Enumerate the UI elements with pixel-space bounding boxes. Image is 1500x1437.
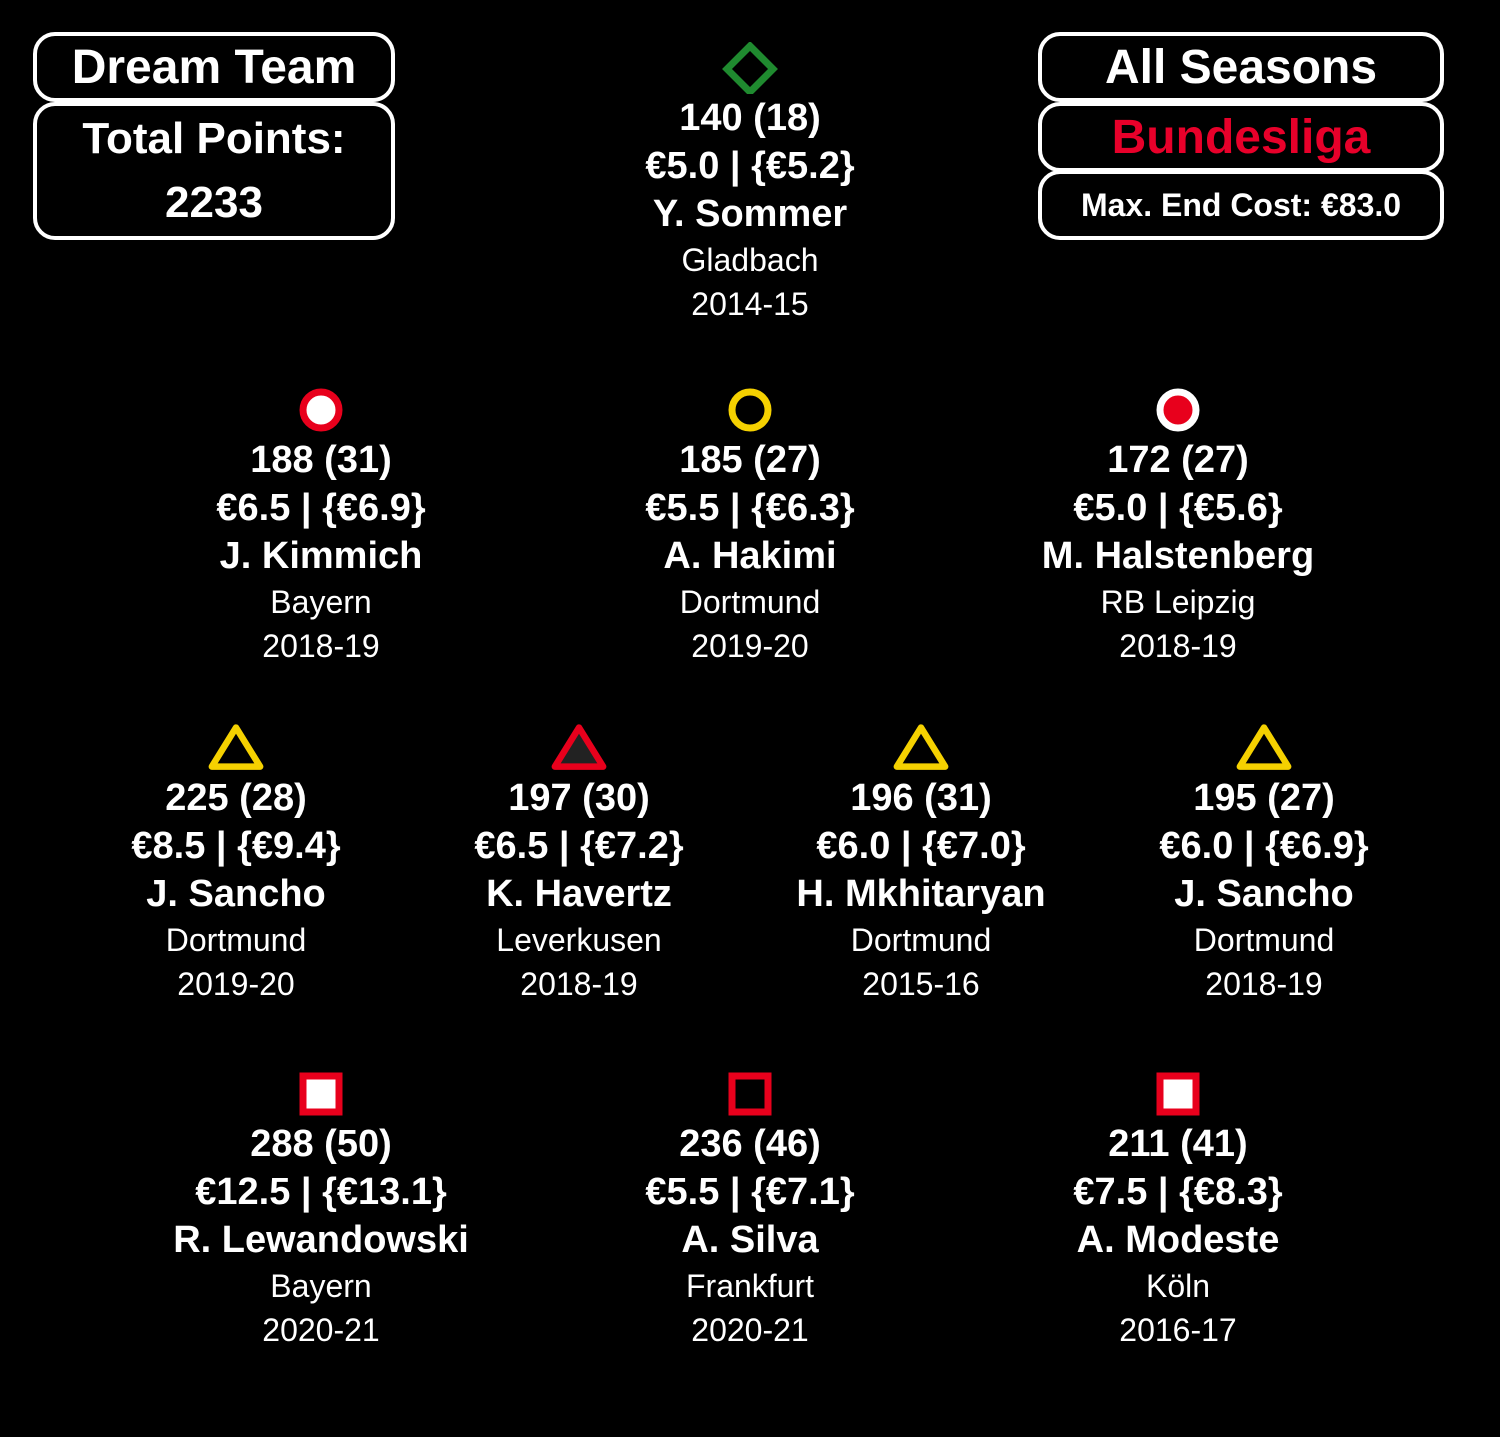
player-name: J. Sancho xyxy=(1174,873,1354,915)
seasons-box: All Seasons xyxy=(1038,32,1444,102)
player-team: Dortmund xyxy=(679,584,821,620)
player-season: 2016-17 xyxy=(1119,1312,1237,1348)
player-price: €5.0 | {€5.6} xyxy=(1073,487,1283,529)
player-points: 188 (31) xyxy=(250,439,392,481)
player-name: Y. Sommer xyxy=(652,193,848,235)
square-icon xyxy=(299,1072,343,1116)
player-price: €5.0 | {€5.2} xyxy=(645,145,855,187)
player-points: 225 (28) xyxy=(165,777,307,819)
player-price: €5.5 | {€6.3} xyxy=(645,487,855,529)
player-team: Bayern xyxy=(270,1268,372,1304)
player-season: 2018-19 xyxy=(1205,966,1323,1002)
player-name: H. Mkhitaryan xyxy=(796,873,1046,915)
player-team: Gladbach xyxy=(681,242,819,278)
circle-icon xyxy=(728,388,772,432)
square-icon xyxy=(1156,1072,1200,1116)
player-price: €6.0 | {€6.9} xyxy=(1159,825,1369,867)
player-points: 197 (30) xyxy=(508,777,650,819)
player-name: R. Lewandowski xyxy=(173,1219,469,1261)
player-name: M. Halstenberg xyxy=(1041,535,1315,577)
player-season: 2018-19 xyxy=(1119,628,1237,664)
player-card: 195 (27) €6.0 | {€6.9} J. Sancho Dortmun… xyxy=(1104,722,1424,1006)
player-team: Leverkusen xyxy=(496,922,662,958)
player-name: K. Havertz xyxy=(486,873,672,915)
player-team: Dortmund xyxy=(850,922,992,958)
player-price: €8.5 | {€9.4} xyxy=(131,825,341,867)
square-icon xyxy=(728,1072,772,1116)
triangle-icon xyxy=(551,724,607,770)
player-card: 140 (18) €5.0 | {€5.2} Y. Sommer Gladbac… xyxy=(590,42,910,326)
player-price: €6.0 | {€7.0} xyxy=(816,825,1026,867)
player-season: 2018-19 xyxy=(520,966,638,1002)
league-label: Bundesliga xyxy=(1111,110,1371,164)
player-team: RB Leipzig xyxy=(1100,584,1256,620)
triangle-icon xyxy=(1236,724,1292,770)
player-name: J. Kimmich xyxy=(219,535,423,577)
player-season: 2015-16 xyxy=(862,966,980,1002)
player-points: 195 (27) xyxy=(1193,777,1335,819)
player-card: 172 (27) €5.0 | {€5.6} M. Halstenberg RB… xyxy=(1018,384,1338,668)
player-card: 288 (50) €12.5 | {€13.1} R. Lewandowski … xyxy=(161,1068,481,1352)
player-card: 236 (46) €5.5 | {€7.1} A. Silva Frankfur… xyxy=(590,1068,910,1352)
player-price: €5.5 | {€7.1} xyxy=(645,1171,855,1213)
player-team: Köln xyxy=(1145,1268,1211,1304)
player-season: 2019-20 xyxy=(177,966,295,1002)
player-card: 211 (41) €7.5 | {€8.3} A. Modeste Köln 2… xyxy=(1018,1068,1338,1352)
triangle-icon xyxy=(208,724,264,770)
player-points: 211 (41) xyxy=(1108,1123,1248,1165)
player-points: 140 (18) xyxy=(679,97,821,139)
player-price: €12.5 | {€13.1} xyxy=(195,1171,447,1213)
player-season: 2019-20 xyxy=(691,628,809,664)
player-card: 196 (31) €6.0 | {€7.0} H. Mkhitaryan Dor… xyxy=(761,722,1081,1006)
circle-icon xyxy=(1156,388,1200,432)
player-price: €6.5 | {€6.9} xyxy=(216,487,426,529)
player-card: 185 (27) €5.5 | {€6.3} A. Hakimi Dortmun… xyxy=(590,384,910,668)
total-points-label: Total Points: xyxy=(82,114,346,163)
circle-icon xyxy=(299,388,343,432)
seasons-label: All Seasons xyxy=(1104,40,1378,94)
team-title-box: Dream Team xyxy=(33,32,395,102)
player-team: Dortmund xyxy=(165,922,307,958)
player-price: €7.5 | {€8.3} xyxy=(1073,1171,1283,1213)
player-season: 2018-19 xyxy=(262,628,380,664)
max-cost-label: Max. End Cost: €83.0 xyxy=(1080,186,1402,223)
player-season: 2020-21 xyxy=(691,1312,809,1348)
triangle-icon xyxy=(893,724,949,770)
player-team: Dortmund xyxy=(1193,922,1335,958)
player-name: A. Silva xyxy=(681,1219,819,1261)
player-price: €6.5 | {€7.2} xyxy=(474,825,684,867)
player-points: 185 (27) xyxy=(679,439,821,481)
player-name: J. Sancho xyxy=(146,873,326,915)
player-points: 236 (46) xyxy=(679,1123,821,1165)
player-name: A. Modeste xyxy=(1076,1219,1280,1261)
player-card: 197 (30) €6.5 | {€7.2} K. Havertz Leverk… xyxy=(419,722,739,1006)
player-season: 2014-15 xyxy=(691,286,809,322)
player-points: 288 (50) xyxy=(250,1123,392,1165)
player-points: 172 (27) xyxy=(1107,439,1249,481)
player-name: A. Hakimi xyxy=(663,535,837,577)
diamond-icon xyxy=(722,42,778,94)
player-season: 2020-21 xyxy=(262,1312,380,1348)
max-cost-box: Max. End Cost: €83.0 xyxy=(1038,170,1444,240)
player-team: Bayern xyxy=(270,584,372,620)
player-points: 196 (31) xyxy=(850,777,992,819)
total-points-box: Total Points: 2233 xyxy=(33,102,395,240)
player-card: 188 (31) €6.5 | {€6.9} J. Kimmich Bayern… xyxy=(161,384,481,668)
player-card: 225 (28) €8.5 | {€9.4} J. Sancho Dortmun… xyxy=(76,722,396,1006)
total-points-value: 2233 xyxy=(165,178,263,227)
league-box: Bundesliga xyxy=(1038,102,1444,172)
player-team: Frankfurt xyxy=(685,1268,815,1304)
team-title: Dream Team xyxy=(71,40,357,94)
